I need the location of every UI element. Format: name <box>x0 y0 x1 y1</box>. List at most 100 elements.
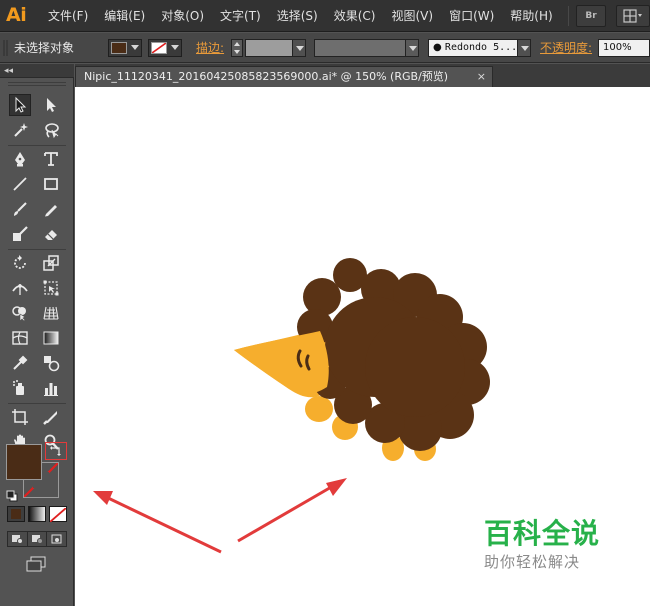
change-screen-mode-button[interactable] <box>25 556 47 572</box>
scale-tool[interactable] <box>40 252 62 274</box>
document-tab-title: Nipic_11120341_20160425085823569000.ai* … <box>84 70 449 83</box>
arrow-to-hedgehog <box>237 478 347 543</box>
chevron-down-icon <box>131 45 139 50</box>
close-icon[interactable]: × <box>477 67 486 87</box>
free-transform-tool[interactable] <box>40 277 62 299</box>
brush-name: Redondo 5... <box>444 42 518 53</box>
watermark: 百科全说 助你轻松解决 <box>484 518 626 572</box>
stroke-weight-field[interactable] <box>245 39 293 57</box>
perspective-grid-tool-icon <box>43 306 59 320</box>
direct-selection-tool-icon <box>47 98 56 112</box>
menu-view[interactable]: 视图(V) <box>383 0 441 32</box>
panel-grip-icon <box>3 40 8 56</box>
collapse-panel-icon[interactable]: ◂◂ <box>4 64 13 78</box>
menu-window[interactable]: 窗口(W) <box>441 0 502 32</box>
shape-builder-tool[interactable] <box>9 302 31 324</box>
eyedropper-tool[interactable] <box>9 352 31 374</box>
variable-width-dropdown[interactable] <box>405 39 419 57</box>
stroke-weight-dropdown[interactable] <box>292 39 306 57</box>
blob-brush-tool[interactable] <box>9 223 31 245</box>
menu-edit[interactable]: 编辑(E) <box>96 0 153 32</box>
gradient-mode-button[interactable] <box>28 506 46 522</box>
pencil-tool-icon <box>45 205 57 217</box>
draw-inside-icon <box>51 534 62 544</box>
opacity-label[interactable]: 不透明度: <box>540 33 592 63</box>
brush-bullet-icon: ● <box>433 42 442 53</box>
width-tool[interactable] <box>9 277 31 299</box>
menu-type[interactable]: 文字(T) <box>212 0 269 32</box>
control-bar: 未选择对象 描边: ● Redondo 5... 不透明度: 100% <box>0 33 650 63</box>
bridge-button[interactable]: Br <box>576 5 606 27</box>
line-segment-tool[interactable] <box>9 173 31 195</box>
hedgehog-illustration[interactable] <box>234 258 490 461</box>
menu-effect[interactable]: 效果(C) <box>326 0 384 32</box>
draw-behind-button[interactable] <box>28 532 48 546</box>
pencil-tool[interactable] <box>40 198 62 220</box>
variable-width-profile[interactable] <box>314 39 406 57</box>
perspective-grid-tool[interactable] <box>40 302 62 324</box>
selection-tool[interactable] <box>9 94 31 116</box>
line-segment-tool-icon <box>13 177 27 191</box>
watermark-subtitle: 助你轻松解决 <box>484 553 581 571</box>
document-tab[interactable]: Nipic_11120341_20160425085823569000.ai* … <box>75 66 493 87</box>
lasso-tool[interactable] <box>40 119 62 141</box>
arrange-documents-button[interactable] <box>616 5 650 27</box>
gradient-tool[interactable] <box>40 327 62 349</box>
column-graph-tool[interactable] <box>40 377 62 399</box>
rectangle-tool-icon <box>44 178 58 190</box>
draw-normal-button[interactable] <box>8 532 28 546</box>
color-mode-button[interactable] <box>7 506 25 522</box>
direct-selection-tool[interactable] <box>40 94 62 116</box>
arrange-documents-icon <box>623 9 642 23</box>
fill-swatch <box>111 42 127 54</box>
symbol-sprayer-tool-icon <box>13 380 24 395</box>
menu-help[interactable]: 帮助(H) <box>502 0 560 32</box>
arrow-to-fill-swatch <box>93 491 222 554</box>
free-transform-tool-icon <box>43 280 59 296</box>
draw-inside-button[interactable] <box>47 532 66 546</box>
mesh-tool[interactable] <box>9 327 31 349</box>
column-graph-tool-icon <box>44 383 58 396</box>
tools-panel-header[interactable]: ◂◂ <box>0 64 74 78</box>
color-mode-swatch <box>11 509 21 519</box>
tools-separator <box>8 145 66 146</box>
stroke-color-picker[interactable] <box>148 39 182 57</box>
stroke-weight-stepper[interactable] <box>231 39 243 57</box>
menu-items: 文件(F) 编辑(E) 对象(O) 文字(T) 选择(S) 效果(C) 视图(V… <box>40 0 561 32</box>
no-stroke-icon <box>152 43 166 53</box>
eraser-tool[interactable] <box>40 223 62 245</box>
magic-wand-tool[interactable] <box>9 119 31 141</box>
panel-grip[interactable] <box>8 82 66 86</box>
pen-tool[interactable] <box>9 148 31 170</box>
blend-tool[interactable] <box>40 352 62 374</box>
magic-wand-tool-icon <box>14 123 28 137</box>
symbol-sprayer-tool[interactable] <box>9 377 31 399</box>
paintbrush-tool[interactable] <box>9 198 31 220</box>
fill-color-picker[interactable] <box>108 39 142 57</box>
stroke-label[interactable]: 描边: <box>196 33 224 63</box>
hedgehog-face-front <box>234 331 329 394</box>
blend-tool-icon <box>44 356 60 372</box>
illustrator-window: Ai 文件(F) 编辑(E) 对象(O) 文字(T) 选择(S) 效果(C) 视… <box>0 0 650 606</box>
menu-separator <box>568 6 569 26</box>
menu-select[interactable]: 选择(S) <box>269 0 326 32</box>
artboard-tool[interactable] <box>9 406 31 428</box>
slice-tool[interactable] <box>40 406 62 428</box>
fill-swatch-front[interactable] <box>6 444 42 480</box>
opacity-field[interactable]: 100% <box>598 39 650 57</box>
brush-definition-field[interactable]: ● Redondo 5... <box>428 39 518 57</box>
artboard-tool-icon <box>12 409 28 425</box>
document-tab-bar: Nipic_11120341_20160425085823569000.ai* … <box>75 64 650 87</box>
annotation-arrows <box>93 478 347 554</box>
type-tool[interactable] <box>40 148 62 170</box>
menu-object[interactable]: 对象(O) <box>153 0 212 32</box>
none-mode-button[interactable] <box>49 506 67 523</box>
default-fill-stroke-button[interactable] <box>6 487 18 502</box>
brush-definition-dropdown[interactable] <box>517 39 531 57</box>
rotate-tool[interactable] <box>9 252 31 274</box>
rectangle-tool[interactable] <box>40 173 62 195</box>
gradient-tool-icon <box>43 331 59 345</box>
stroke-swatch-none <box>151 42 167 54</box>
swap-fill-stroke-button[interactable] <box>45 442 67 460</box>
menu-file[interactable]: 文件(F) <box>40 0 96 32</box>
